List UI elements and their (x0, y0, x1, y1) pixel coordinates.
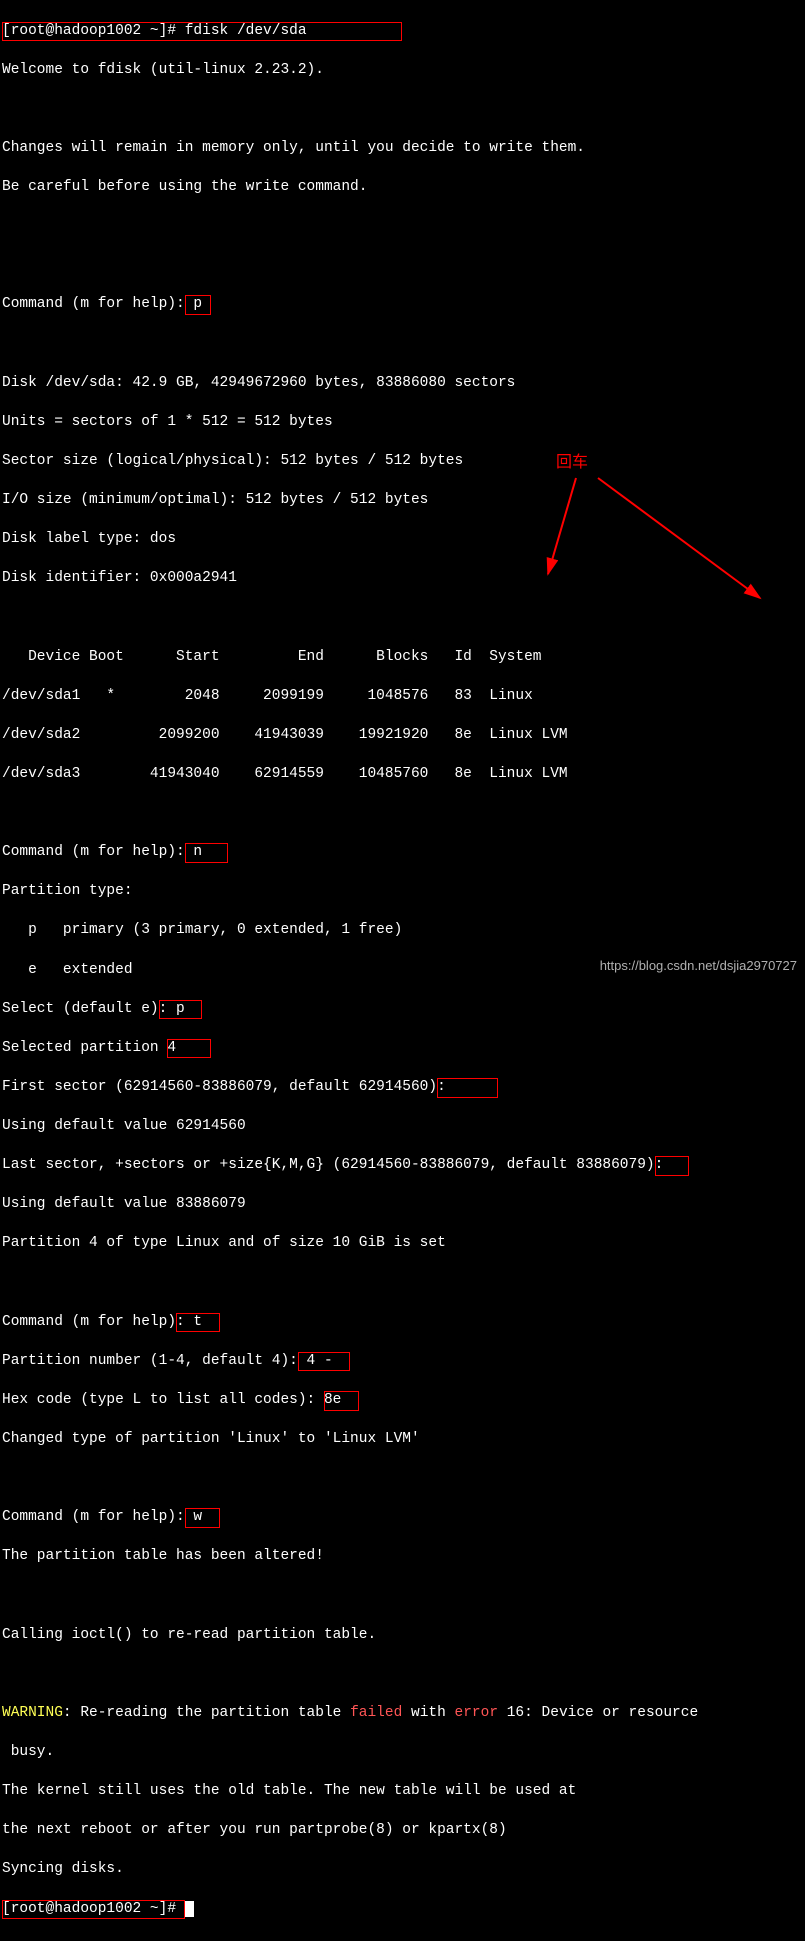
select-label: Select (default e) (2, 1001, 159, 1017)
warning-busy: busy. (2, 1743, 803, 1763)
first-sector-input[interactable]: : (437, 1078, 498, 1098)
ioctl-line: Calling ioctl() to re-read partition tab… (2, 1626, 803, 1646)
partition-set-line: Partition 4 of type Linux and of size 10… (2, 1234, 803, 1254)
syncing-line: Syncing disks. (2, 1860, 803, 1880)
hex-input[interactable]: 8e (324, 1391, 359, 1411)
hex-label: Hex code (type L to list all codes): (2, 1392, 324, 1408)
altered-line: The partition table has been altered! (2, 1547, 803, 1567)
sector-size-line: Sector size (logical/physical): 512 byte… (2, 452, 803, 472)
using-default-1: Using default value 62914560 (2, 1117, 803, 1137)
warning-failed: failed (350, 1705, 402, 1721)
prompt-highlight: [root@hadoop1002 ~]# (2, 1900, 185, 1920)
warning-text-1: : Re-reading the partition table (63, 1705, 350, 1721)
kernel-line-2: the next reboot or after you run partpro… (2, 1821, 803, 1841)
select-input[interactable]: : p (159, 1000, 203, 1020)
part-num-input[interactable]: 4 - (298, 1352, 350, 1372)
cmd-input-p[interactable]: p (185, 295, 211, 315)
using-default-2: Using default value 83886079 (2, 1195, 803, 1215)
kernel-line-1: The kernel still uses the old table. The… (2, 1782, 803, 1802)
changes-line-1: Changes will remain in memory only, unti… (2, 139, 803, 159)
partition-row-2: /dev/sda2 2099200 41943039 19921920 8e L… (2, 726, 803, 746)
last-sector-input[interactable]: : (655, 1156, 690, 1176)
part-num-label: Partition number (1-4, default 4): (2, 1353, 298, 1369)
io-size-line: I/O size (minimum/optimal): 512 bytes / … (2, 491, 803, 511)
disk-info: Disk /dev/sda: 42.9 GB, 42949672960 byte… (2, 374, 803, 394)
changed-type-line: Changed type of partition 'Linux' to 'Li… (2, 1430, 803, 1450)
cmd-label: Command (m for help): (2, 844, 185, 860)
selected-part-label: Selected partition (2, 1040, 167, 1056)
cmd-highlight-1: [root@hadoop1002 ~]# fdisk /dev/sda (2, 22, 402, 42)
warning-error: error (455, 1705, 499, 1721)
part-type-line: Partition type: (2, 882, 803, 902)
cmd-input-w[interactable]: w (185, 1508, 220, 1528)
prompt: [root@hadoop1002 ~]# (2, 1901, 185, 1917)
disk-label-line: Disk label type: dos (2, 530, 803, 550)
watermark: https://blog.csdn.net/dsjia2970727 (600, 957, 797, 975)
prompt: [root@hadoop1002 ~]# (2, 23, 185, 39)
annotation-enter: 回车 (556, 452, 588, 474)
cmd-input-t[interactable]: : t (176, 1313, 220, 1333)
cmd-label: Command (m for help) (2, 1314, 176, 1330)
welcome-line: Welcome to fdisk (util-linux 2.23.2). (2, 61, 803, 81)
first-sector-label: First sector (62914560-83886079, default… (2, 1079, 437, 1095)
warning-text-2: with (402, 1705, 454, 1721)
changes-line-2: Be careful before using the write comman… (2, 178, 803, 198)
command-text: fdisk /dev/sda (185, 23, 307, 39)
partition-row-3: /dev/sda3 41943040 62914559 10485760 8e … (2, 765, 803, 785)
last-sector-label: Last sector, +sectors or +size{K,M,G} (6… (2, 1157, 655, 1173)
primary-option: p primary (3 primary, 0 extended, 1 free… (2, 921, 803, 941)
cmd-input-n[interactable]: n (185, 843, 229, 863)
disk-id-line: Disk identifier: 0x000a2941 (2, 569, 803, 589)
selected-part-value: 4 (167, 1039, 211, 1059)
cmd-label: Command (m for help): (2, 296, 185, 312)
partition-row-1: /dev/sda1 * 2048 2099199 1048576 83 Linu… (2, 687, 803, 707)
cursor[interactable] (185, 1901, 194, 1917)
warning-label: WARNING (2, 1705, 63, 1721)
partition-table-header: Device Boot Start End Blocks Id System (2, 648, 803, 668)
warning-text-3: 16: Device or resource (498, 1705, 698, 1721)
units-line: Units = sectors of 1 * 512 = 512 bytes (2, 413, 803, 433)
cmd-label: Command (m for help): (2, 1509, 185, 1525)
